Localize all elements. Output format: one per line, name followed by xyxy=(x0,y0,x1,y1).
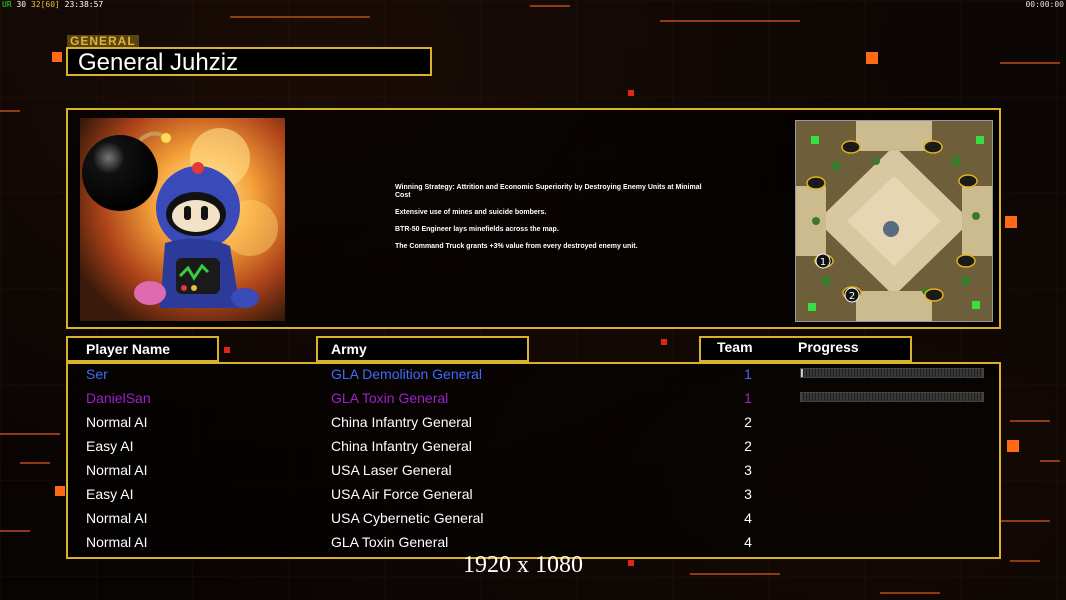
player-name: DanielSan xyxy=(86,390,151,406)
general-info-panel: Winning Strategy: Attrition and Economic… xyxy=(66,108,1001,329)
player-army: GLA Demolition General xyxy=(331,366,482,382)
general-section-label: GENERAL xyxy=(67,35,139,47)
player-army: USA Laser General xyxy=(331,462,452,478)
player-row: Normal AI China Infantry General 2 xyxy=(68,412,999,436)
deco-line xyxy=(880,592,940,594)
player-army: China Infantry General xyxy=(331,438,472,454)
player-army: USA Cybernetic General xyxy=(331,510,484,526)
deco-line xyxy=(1040,460,1060,462)
player-progress-bar xyxy=(800,368,984,378)
deco-square xyxy=(1005,216,1017,228)
general-strategy-text: Winning Strategy: Attrition and Economic… xyxy=(395,184,705,260)
general-title: General Juhziz xyxy=(78,49,239,76)
deco-square xyxy=(628,90,634,96)
resolution-label: 1920 x 1080 xyxy=(463,552,583,578)
fps-value: 30 xyxy=(16,0,27,9)
strategy-line: Extensive use of mines and suicide bombe… xyxy=(395,209,547,216)
player-army: USA Air Force General xyxy=(331,486,473,502)
player-name: Normal AI xyxy=(86,534,148,550)
player-team: 3 xyxy=(744,462,752,478)
player-row: Easy AI USA Air Force General 3 xyxy=(68,484,999,508)
fps-value-2: 32 xyxy=(30,0,41,9)
player-row: Normal AI USA Laser General 3 xyxy=(68,460,999,484)
deco-square xyxy=(1007,440,1019,452)
deco-line xyxy=(690,573,780,575)
player-row: Normal AI USA Cybernetic General 4 xyxy=(68,508,999,532)
deco-square xyxy=(224,347,230,353)
deco-line xyxy=(1010,420,1050,422)
deco-line xyxy=(230,16,370,18)
deco-square xyxy=(866,52,878,64)
fps-label: UR xyxy=(2,0,12,9)
deco-line xyxy=(660,20,800,22)
player-team: 4 xyxy=(744,510,752,526)
player-name: Ser xyxy=(86,366,108,382)
deco-square xyxy=(661,339,667,345)
fps-readout: UR 30 32[60] 23:38:57 xyxy=(2,0,103,9)
player-team: 2 xyxy=(744,438,752,454)
system-time: 23:38:57 xyxy=(64,0,104,9)
deco-line xyxy=(530,5,570,7)
team-progress-header: Team Progress xyxy=(699,336,912,362)
player-name: Normal AI xyxy=(86,414,148,430)
deco-line xyxy=(0,530,30,532)
player-army: GLA Toxin General xyxy=(331,390,449,406)
deco-line xyxy=(1010,560,1040,562)
player-row: DanielSan GLA Toxin General 1 xyxy=(68,388,999,412)
deco-line xyxy=(0,433,60,435)
minimap-marker-2: 2 xyxy=(849,291,855,302)
player-row: Easy AI China Infantry General 2 xyxy=(68,436,999,460)
army-header: Army xyxy=(316,336,529,362)
deco-square xyxy=(52,52,62,62)
player-team: 4 xyxy=(744,534,752,550)
deco-square xyxy=(628,560,634,566)
player-progress-fill xyxy=(801,369,803,377)
minimap-marker-1: 1 xyxy=(820,257,826,268)
player-name: Easy AI xyxy=(86,438,134,454)
player-team: 1 xyxy=(744,366,752,382)
player-row: Ser GLA Demolition General 1 xyxy=(68,364,999,388)
player-name-header: Player Name xyxy=(66,336,219,362)
deco-square xyxy=(55,486,65,496)
army-header-label: Army xyxy=(331,341,367,357)
deco-line xyxy=(0,110,20,112)
team-header-label: Team xyxy=(717,339,753,355)
player-name: Normal AI xyxy=(86,462,148,478)
bomberman-portrait-icon xyxy=(80,118,285,321)
deco-line xyxy=(1000,520,1050,522)
player-team: 3 xyxy=(744,486,752,502)
player-team: 1 xyxy=(744,390,752,406)
deco-line xyxy=(1000,62,1060,64)
strategy-line: Winning Strategy: Attrition and Economic… xyxy=(395,184,702,199)
deco-line xyxy=(20,462,50,464)
strategy-line: BTR-50 Engineer lays minefields across t… xyxy=(395,226,559,233)
strategy-line: The Command Truck grants +3% value from … xyxy=(395,243,638,250)
player-progress-bar xyxy=(800,392,984,402)
player-team: 2 xyxy=(744,414,752,430)
player-army: China Infantry General xyxy=(331,414,472,430)
player-name-header-label: Player Name xyxy=(86,341,171,357)
player-name: Normal AI xyxy=(86,510,148,526)
game-timer: 00:00:00 xyxy=(1025,0,1064,9)
player-table: Ser GLA Demolition General 1 DanielSan GLA T… xyxy=(66,362,1001,559)
progress-header-label: Progress xyxy=(798,339,859,355)
player-name: Easy AI xyxy=(86,486,134,502)
fps-limit: [60] xyxy=(40,0,60,9)
player-army: GLA Toxin General xyxy=(331,534,449,550)
minimap[interactable]: 1 2 xyxy=(795,120,993,322)
general-title-box: General Juhziz xyxy=(66,47,432,76)
